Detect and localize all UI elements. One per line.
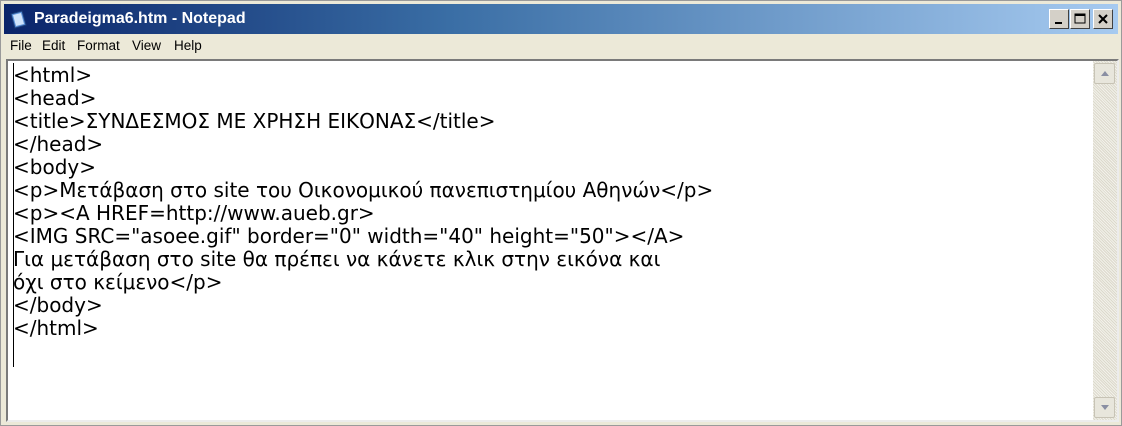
menu-help[interactable]: Help xyxy=(174,38,202,54)
line: <p>Μετάβαση στο site του Οικονομικού παν… xyxy=(13,178,714,202)
window-title: Paradeigma6.htm - Notepad xyxy=(34,10,246,27)
scroll-up-arrow-icon xyxy=(1101,71,1109,76)
line: </html> xyxy=(13,316,99,340)
maximize-icon xyxy=(1074,13,1086,24)
menu-format[interactable]: Format xyxy=(77,38,120,54)
menu-file[interactable]: File xyxy=(10,38,32,54)
line: </body> xyxy=(13,293,103,317)
line: <title>ΣΥΝΔΕΣΜΟΣ ΜΕ ΧΡΗΣΗ ΕΙΚΟΝΑΣ</title… xyxy=(13,109,496,133)
text-caret xyxy=(13,63,14,367)
line: <html> xyxy=(13,63,93,87)
minimize-icon xyxy=(1055,22,1062,24)
line: </head> xyxy=(13,132,104,156)
line: Για μετάβαση στο site θα πρέπει να κάνετ… xyxy=(13,247,661,271)
close-icon xyxy=(1098,14,1108,24)
menu-bar: File Edit Format View Help xyxy=(4,35,1118,57)
line: <p><A HREF=http://www.aueb.gr> xyxy=(13,201,375,225)
line: <head> xyxy=(13,86,97,110)
text-editor[interactable]: <html> <head> <title>ΣΥΝΔΕΣΜΟΣ ΜΕ ΧΡΗΣΗ ΕΙ… xyxy=(6,59,1119,422)
menu-edit[interactable]: Edit xyxy=(42,38,65,54)
line: όχι στο κείμενο</p> xyxy=(13,270,223,294)
line: <body> xyxy=(13,155,96,179)
line: <IMG SRC="asoee.gif" border="0" width="4… xyxy=(13,224,685,248)
menu-view[interactable]: View xyxy=(132,38,161,54)
notepad-icon[interactable] xyxy=(10,10,27,29)
scroll-down-button[interactable] xyxy=(1094,397,1115,418)
minimize-button[interactable] xyxy=(1049,9,1069,29)
notepad-window: Paradeigma6.htm - Notepad File Edit Form… xyxy=(0,0,1122,426)
scroll-down-arrow-icon xyxy=(1101,405,1109,410)
scroll-up-button[interactable] xyxy=(1094,63,1115,84)
editor-content[interactable]: <html> <head> <title>ΣΥΝΔΕΣΜΟΣ ΜΕ ΧΡΗΣΗ ΕΙ… xyxy=(13,64,713,340)
vertical-scrollbar[interactable] xyxy=(1093,61,1117,420)
maximize-button[interactable] xyxy=(1070,9,1090,29)
close-button[interactable] xyxy=(1093,9,1113,29)
title-bar[interactable]: Paradeigma6.htm - Notepad xyxy=(4,4,1118,34)
